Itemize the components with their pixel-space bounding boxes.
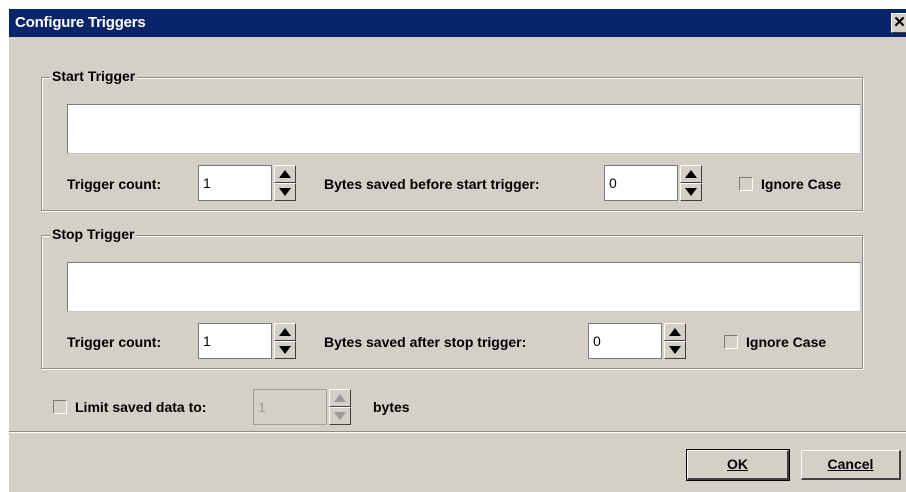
stop-trigger-count-input[interactable]: 1 bbox=[198, 323, 272, 359]
stop-bytes-input[interactable]: 0 bbox=[588, 323, 662, 359]
stop-trigger-count-label: Trigger count: bbox=[67, 334, 162, 350]
ok-button-label: OK bbox=[727, 456, 748, 472]
start-bytes-spinner bbox=[680, 165, 702, 201]
limit-bytes-spinner bbox=[329, 389, 351, 425]
limit-saved-data-label: Limit saved data to: bbox=[75, 399, 207, 415]
arrow-up-icon bbox=[279, 328, 291, 336]
arrow-up-icon bbox=[334, 394, 346, 402]
stop-trigger-pattern-field[interactable] bbox=[67, 262, 861, 312]
close-icon[interactable]: ✕ bbox=[891, 13, 906, 33]
stop-bytes-spinner bbox=[664, 323, 686, 359]
ok-button[interactable]: OK bbox=[686, 449, 790, 481]
configure-triggers-dialog: Configure Triggers ✕ Start Trigger Trigg… bbox=[8, 8, 906, 492]
arrow-up-icon bbox=[279, 170, 291, 178]
arrow-down-icon bbox=[685, 188, 697, 196]
start-bytes-input[interactable]: 0 bbox=[604, 165, 678, 201]
start-trigger-count-label: Trigger count: bbox=[67, 176, 162, 192]
cancel-button[interactable]: Cancel bbox=[801, 450, 901, 480]
arrow-up-icon bbox=[685, 170, 697, 178]
stop-bytes-label: Bytes saved after stop trigger: bbox=[324, 334, 527, 350]
limit-bytes-decrement-button[interactable] bbox=[329, 407, 351, 425]
arrow-down-icon bbox=[334, 412, 346, 420]
start-bytes-label: Bytes saved before start trigger: bbox=[324, 176, 540, 192]
stop-trigger-group-title: Stop Trigger bbox=[50, 226, 137, 242]
stop-trigger-group: Stop Trigger Trigger count: 1 Bytes save… bbox=[41, 226, 863, 369]
start-bytes-decrement-button[interactable] bbox=[680, 183, 702, 201]
start-trigger-count-decrement-button[interactable] bbox=[274, 183, 296, 201]
limit-unit-label: bytes bbox=[373, 399, 410, 415]
arrow-down-icon bbox=[279, 346, 291, 354]
limit-saved-data-checkbox[interactable] bbox=[53, 400, 67, 414]
stop-trigger-count-decrement-button[interactable] bbox=[274, 341, 296, 359]
start-trigger-pattern-field[interactable] bbox=[67, 104, 861, 154]
stop-ignore-case-label: Ignore Case bbox=[746, 334, 827, 350]
arrow-up-icon bbox=[669, 328, 681, 336]
start-trigger-count-spinner bbox=[274, 165, 296, 201]
stop-bytes-increment-button[interactable] bbox=[664, 323, 686, 341]
stop-trigger-count-spinner bbox=[274, 323, 296, 359]
cancel-button-label: Cancel bbox=[827, 456, 874, 472]
start-trigger-count-input[interactable]: 1 bbox=[198, 165, 272, 201]
stop-trigger-count-increment-button[interactable] bbox=[274, 323, 296, 341]
stop-bytes-decrement-button[interactable] bbox=[664, 341, 686, 359]
start-bytes-increment-button[interactable] bbox=[680, 165, 702, 183]
start-trigger-group: Start Trigger Trigger count: 1 Bytes sav… bbox=[41, 68, 863, 211]
dialog-title: Configure Triggers bbox=[15, 14, 146, 31]
title-bar[interactable]: Configure Triggers ✕ bbox=[9, 9, 906, 37]
separator-highlight bbox=[9, 432, 906, 433]
start-trigger-count-increment-button[interactable] bbox=[274, 165, 296, 183]
start-trigger-group-title: Start Trigger bbox=[50, 68, 138, 84]
arrow-down-icon bbox=[669, 346, 681, 354]
limit-bytes-increment-button[interactable] bbox=[329, 389, 351, 407]
stop-ignore-case-checkbox[interactable] bbox=[724, 335, 738, 349]
limit-bytes-input[interactable]: 1 bbox=[253, 389, 327, 425]
start-ignore-case-checkbox[interactable] bbox=[739, 177, 753, 191]
arrow-down-icon bbox=[279, 188, 291, 196]
start-ignore-case-label: Ignore Case bbox=[761, 176, 842, 192]
